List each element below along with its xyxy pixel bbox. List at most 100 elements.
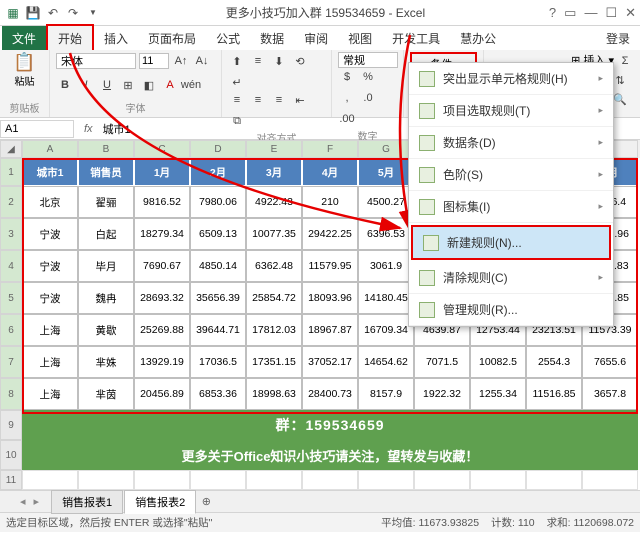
row-header-6[interactable]: 6 [0,314,22,346]
cf-color-scales[interactable]: 色阶(S)▸ [409,159,613,191]
qat-more-icon[interactable]: ▼ [84,4,102,22]
tab-layout[interactable]: 页面布局 [138,26,206,51]
cf-icon-sets[interactable]: 图标集(I)▸ [409,191,613,223]
undo-icon[interactable]: ↶ [44,4,62,22]
table-cell[interactable]: 4850.14 [190,250,246,282]
table-cell[interactable]: 芈茵 [78,378,134,410]
ribbon-toggle-icon[interactable]: ▭ [564,5,576,21]
table-cell[interactable] [78,470,134,490]
table-cell[interactable]: 28693.32 [134,282,190,314]
row-header-10[interactable]: 10 [0,440,22,470]
table-cell[interactable]: 3061.9 [358,250,414,282]
select-all[interactable]: ◢ [0,140,22,158]
redo-icon[interactable]: ↷ [64,4,82,22]
table-cell[interactable]: 17036.5 [190,346,246,378]
table-cell[interactable]: 7690.67 [134,250,190,282]
table-cell[interactable]: 2554.3 [526,346,582,378]
table-cell[interactable] [22,470,78,490]
sheet-tab-1[interactable]: 销售报表1 [51,490,123,514]
help-icon[interactable]: ? [549,5,556,21]
table-cell[interactable]: 3657.8 [582,378,638,410]
tab-formulas[interactable]: 公式 [206,26,250,51]
cf-top-rules[interactable]: 项目选取规则(T)▸ [409,95,613,127]
row-header-1[interactable]: 1 [0,158,22,186]
cf-highlight-rules[interactable]: 突出显示单元格规则(H)▸ [409,63,613,95]
table-cell[interactable]: 18093.96 [302,282,358,314]
table-cell[interactable]: 17351.15 [246,346,302,378]
cf-clear-rules[interactable]: 清除规则(C)▸ [409,262,613,294]
table-cell[interactable]: 毕月 [78,250,134,282]
table-cell[interactable]: 7071.5 [414,346,470,378]
table-cell[interactable]: 39644.71 [190,314,246,346]
table-cell[interactable]: 10082.5 [470,346,526,378]
table-cell[interactable]: 6362.48 [246,250,302,282]
table-cell[interactable]: 黄歇 [78,314,134,346]
tab-file[interactable]: 文件 [2,26,46,51]
banner-cell[interactable]: 群：159534659 [22,410,638,440]
table-cell[interactable] [190,470,246,490]
table-cell[interactable]: 28400.73 [302,378,358,410]
table-cell[interactable]: 13929.19 [134,346,190,378]
table-cell[interactable]: 17812.03 [246,314,302,346]
tab-data[interactable]: 数据 [250,26,294,51]
table-cell[interactable]: 25854.72 [246,282,302,314]
sheet-nav-prev-icon[interactable]: ◂ [20,495,26,508]
save-icon[interactable]: 💾 [24,4,42,22]
table-cell[interactable]: 11516.85 [526,378,582,410]
table-cell[interactable] [470,470,526,490]
row-header-2[interactable]: 2 [0,186,22,218]
table-cell[interactable]: 7655.6 [582,346,638,378]
table-cell[interactable] [134,470,190,490]
table-cell[interactable]: 16709.34 [358,314,414,346]
table-cell[interactable]: 14180.45 [358,282,414,314]
login-link[interactable]: 登录 [606,30,630,47]
row-header-3[interactable]: 3 [0,218,22,250]
autosum-icon[interactable]: Σ [616,52,634,70]
table-cell[interactable]: 1255.34 [470,378,526,410]
tab-view[interactable]: 视图 [338,26,382,51]
table-cell[interactable]: 37052.17 [302,346,358,378]
row-header-11[interactable]: 11 [0,470,22,490]
table-cell[interactable]: 上海 [22,346,78,378]
table-cell[interactable]: 上海 [22,378,78,410]
sheet-tab-2[interactable]: 销售报表2 [124,490,196,514]
maximize-icon[interactable]: ☐ [605,5,617,21]
row-header-9[interactable]: 9 [0,410,22,440]
tab-review[interactable]: 审阅 [294,26,338,51]
cf-manage-rules[interactable]: 管理规则(R)... [409,294,613,326]
table-cell[interactable]: 18967.87 [302,314,358,346]
tab-insert[interactable]: 插入 [94,26,138,51]
table-cell[interactable]: 25269.88 [134,314,190,346]
table-cell[interactable] [526,470,582,490]
table-cell[interactable]: 18998.63 [246,378,302,410]
table-cell[interactable] [302,470,358,490]
paste-button[interactable]: 📋 粘贴 [6,52,43,88]
close-icon[interactable]: ✕ [625,5,636,21]
table-cell[interactable]: 6853.36 [190,378,246,410]
table-cell[interactable]: 20456.89 [134,378,190,410]
minimize-icon[interactable]: — [584,5,597,21]
table-cell[interactable]: 芈姝 [78,346,134,378]
sheet-nav-next-icon[interactable]: ▸ [34,495,40,508]
table-cell[interactable]: 魏冉 [78,282,134,314]
table-cell[interactable]: 宁波 [22,250,78,282]
row-header-7[interactable]: 7 [0,346,22,378]
cf-new-rule[interactable]: 新建规则(N)... [411,225,611,260]
table-cell[interactable]: 宁波 [22,282,78,314]
table-cell[interactable]: 35656.39 [190,282,246,314]
banner-cell[interactable]: 更多关于Office知识小技巧请关注，望转发与收藏！ [22,440,638,470]
table-cell[interactable]: 11579.95 [302,250,358,282]
table-cell[interactable]: 14654.62 [358,346,414,378]
row-header-5[interactable]: 5 [0,282,22,314]
table-cell[interactable]: 上海 [22,314,78,346]
add-sheet-icon[interactable]: ⊕ [197,495,215,508]
table-cell[interactable]: 1922.32 [414,378,470,410]
table-cell[interactable] [582,470,638,490]
table-cell[interactable] [414,470,470,490]
table-cell[interactable] [246,470,302,490]
cf-data-bars[interactable]: 数据条(D)▸ [409,127,613,159]
row-header-8[interactable]: 8 [0,378,22,410]
table-cell[interactable]: 8157.9 [358,378,414,410]
row-header-4[interactable]: 4 [0,250,22,282]
tab-huiban[interactable]: 慧办公 [450,26,506,51]
